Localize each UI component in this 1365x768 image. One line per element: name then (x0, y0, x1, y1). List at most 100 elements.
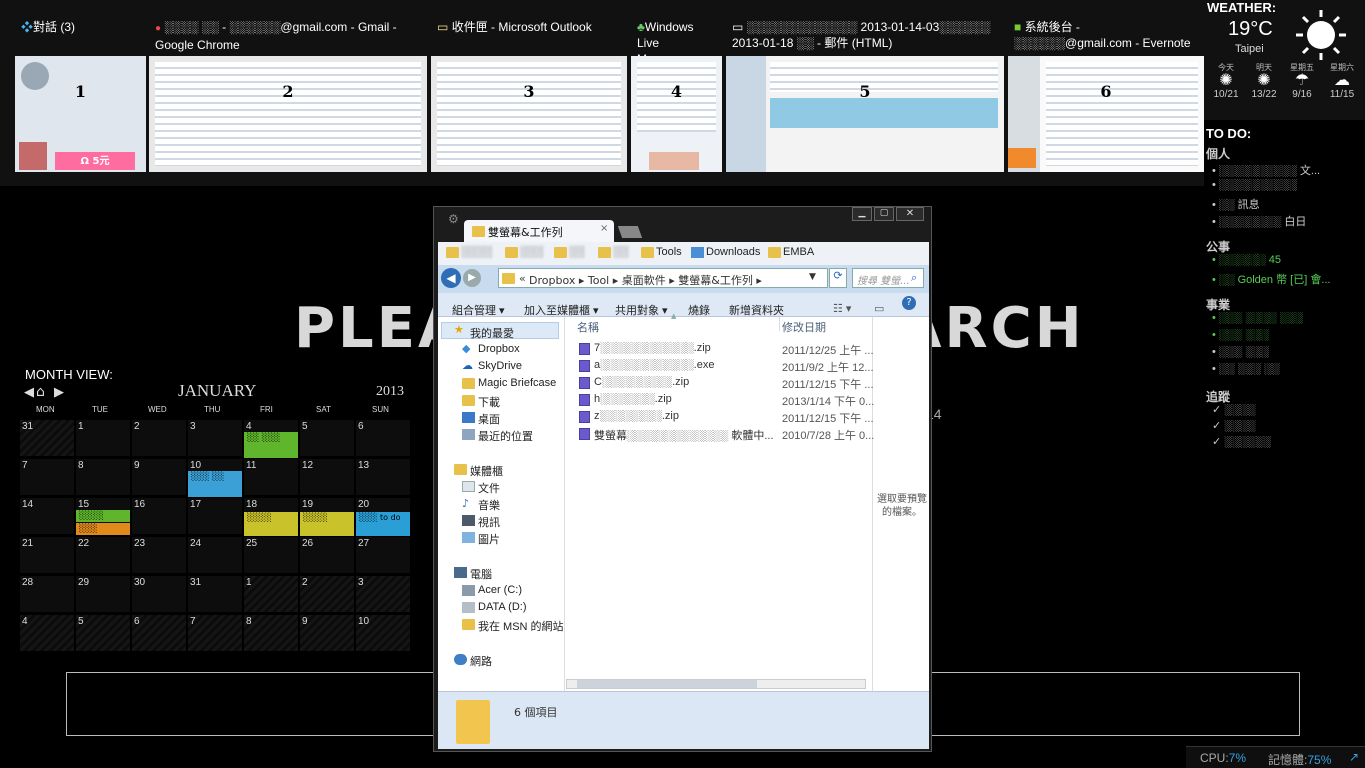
window-thumb-5[interactable]: ▭ ░░░░░░░░░░░░░ 2013-01-14-03░░░░░░ 2013… (726, 14, 1004, 172)
nav-network[interactable]: 網路 (470, 653, 492, 669)
favorites-item[interactable]: ░░ (613, 246, 629, 258)
file-name[interactable]: a░░░░░░░░░░░░.exe (594, 359, 714, 371)
nav-msn-site[interactable]: 我在 MSN 的網站 (478, 618, 564, 634)
todo-item[interactable]: • ░░░░░░ 45 (1212, 254, 1281, 266)
window-thumb-6[interactable]: ■ 系統後台 - ░░░░░░@gmail.com - Evernote 6 (1008, 14, 1204, 172)
calendar-day[interactable]: 8 (244, 615, 298, 651)
nav-skydrive[interactable]: SkyDrive (478, 360, 522, 372)
minimize-button[interactable]: ▁ (852, 207, 872, 221)
breadcrumb-item[interactable]: 桌面軟件 (622, 274, 666, 287)
todo-item[interactable]: • ░░░ ░░░ (1212, 346, 1269, 358)
todo-item[interactable]: • ░░░░░░░░ 白日 (1212, 213, 1306, 229)
breadcrumb-item[interactable]: 雙螢幕&工作列 (678, 274, 753, 287)
calendar-day[interactable]: 29 (76, 576, 130, 612)
todo-item[interactable]: • ░░░░░░░░░░ (1212, 179, 1297, 191)
horizontal-scrollbar[interactable] (566, 679, 866, 689)
view-options-icon[interactable]: ☷ ▾ (833, 302, 851, 315)
expand-icon[interactable]: ↗ (1349, 750, 1359, 764)
calendar-day[interactable]: 2 (300, 576, 354, 612)
close-button[interactable]: ✕ (896, 207, 924, 221)
calendar-day[interactable]: 31 (188, 576, 242, 612)
calendar-day[interactable]: 7 (188, 615, 242, 651)
calendar-day[interactable]: 3 (188, 420, 242, 456)
favorites-item[interactable]: Downloads (706, 246, 760, 258)
calendar-day[interactable]: 24 (188, 537, 242, 573)
calendar-day[interactable]: 2 (132, 420, 186, 456)
nav-pictures[interactable]: 圖片 (478, 531, 500, 547)
calendar-event[interactable]: ░░ ░░░ (244, 432, 298, 458)
refresh-button[interactable]: ⟳ (829, 268, 847, 288)
calendar-day[interactable]: 8 (76, 459, 130, 495)
next-month-button[interactable]: ▶ (54, 385, 64, 400)
calendar-day[interactable]: 5 (76, 615, 130, 651)
calendar-day[interactable]: 30 (132, 576, 186, 612)
todo-item[interactable]: ✓ ░░░░ (1212, 419, 1255, 432)
favorites-item[interactable]: Tools (656, 246, 682, 258)
calendar-day[interactable]: 3 (356, 576, 410, 612)
calendar-day[interactable]: 13 (356, 459, 410, 495)
breadcrumb-item[interactable]: Tool (588, 274, 609, 287)
calendar-day[interactable]: 10 (356, 615, 410, 651)
address-bar[interactable]: « Dropbox ▸ Tool ▸ 桌面軟件 ▸ 雙螢幕&工作列 ▸ ▼ (498, 268, 828, 288)
favorites-item[interactable]: ░░░░ (461, 246, 492, 258)
burn-button[interactable]: 燒錄 (688, 302, 710, 318)
todo-item[interactable]: • ░░ Golden 幣 [已] 會... (1212, 271, 1331, 287)
forward-button[interactable]: ▶ (463, 269, 481, 287)
calendar-event[interactable]: ░░░░ (300, 512, 354, 536)
favorites-item[interactable]: ░░ (569, 246, 585, 258)
chevron-down-icon[interactable]: ▼ (809, 272, 816, 282)
scrollbar-thumb[interactable] (577, 680, 757, 688)
calendar-day[interactable]: 23 (132, 537, 186, 573)
nav-desktop[interactable]: 桌面 (478, 411, 500, 427)
calendar-day[interactable]: 9 (300, 615, 354, 651)
todo-item[interactable]: • ░░ 訊息 (1212, 196, 1260, 212)
breadcrumb-item[interactable]: Dropbox (529, 274, 575, 287)
nav-recent[interactable]: 最近的位置 (478, 428, 533, 444)
todo-item[interactable]: • ░░░ ░░░░ ░░░ (1212, 312, 1303, 324)
maximize-button[interactable]: ▢ (874, 207, 894, 221)
todo-item[interactable]: ✓ ░░░░░░ (1212, 435, 1271, 448)
nav-videos[interactable]: 視訊 (478, 514, 500, 530)
file-name[interactable]: 雙螢幕░░░░░░░░░░░░░ 軟體中... (594, 427, 774, 443)
window-thumb-3[interactable]: ▭ 收件匣 - Microsoft Outlook 3 (431, 14, 627, 172)
calendar-event[interactable]: ░░░░ (76, 510, 130, 522)
nav-documents[interactable]: 文件 (478, 480, 500, 496)
calendar-event[interactable]: ░░░ (76, 523, 130, 535)
calendar-day[interactable]: 1 (76, 420, 130, 456)
calendar-day[interactable]: 1 (244, 576, 298, 612)
home-icon[interactable]: ⌂ (36, 384, 45, 400)
nav-downloads[interactable]: 下載 (478, 394, 500, 410)
nav-favorites[interactable]: 我的最愛 (470, 325, 514, 341)
calendar-day[interactable]: 12 (300, 459, 354, 495)
todo-item[interactable]: • ░░░░░░░░░░ 文... (1212, 162, 1320, 178)
nav-magic-briefcase[interactable]: Magic Briefcase (478, 377, 556, 389)
todo-item[interactable]: • ░░░ ░░░ (1212, 329, 1269, 341)
share-button[interactable]: 共用對象 ▾ (615, 302, 668, 318)
column-header-name[interactable]: 名稱 (577, 319, 599, 335)
add-to-library-button[interactable]: 加入至媒體櫃 ▾ (524, 302, 599, 318)
column-divider[interactable] (779, 317, 780, 331)
calendar-day[interactable]: 21 (20, 537, 74, 573)
column-header-date[interactable]: 修改日期 (782, 319, 826, 335)
calendar-event[interactable]: ░░░░ (244, 512, 298, 536)
organize-button[interactable]: 組合管理 ▾ (452, 302, 505, 318)
calendar-day[interactable]: 28 (20, 576, 74, 612)
calendar-day[interactable]: 14 (20, 498, 74, 534)
file-name[interactable]: C░░░░░░░░░.zip (594, 376, 689, 388)
calendar-event[interactable]: ░░░ ░░ (188, 471, 242, 497)
close-tab-icon[interactable]: × (600, 223, 608, 234)
search-box[interactable]: 搜尋 雙螢... ⌕ (852, 268, 924, 288)
preview-pane-icon[interactable]: ▭ (874, 302, 884, 315)
prev-month-button[interactable]: ◀ (24, 385, 34, 400)
calendar-day[interactable]: 6 (356, 420, 410, 456)
nav-drive-c[interactable]: Acer (C:) (478, 584, 522, 596)
window-thumb-4[interactable]: ♣Windows Live Messenger 4 (631, 14, 722, 172)
calendar-day[interactable]: 26 (300, 537, 354, 573)
favorites-item[interactable]: ░░░ (520, 246, 543, 258)
calendar-day[interactable]: 27 (356, 537, 410, 573)
todo-item[interactable]: ✓ ░░░░ (1212, 403, 1255, 416)
calendar-day[interactable]: 25 (244, 537, 298, 573)
favorites-item[interactable]: EMBA (783, 246, 814, 258)
nav-libraries[interactable]: 媒體櫃 (470, 463, 503, 479)
nav-music[interactable]: 音樂 (478, 497, 500, 513)
